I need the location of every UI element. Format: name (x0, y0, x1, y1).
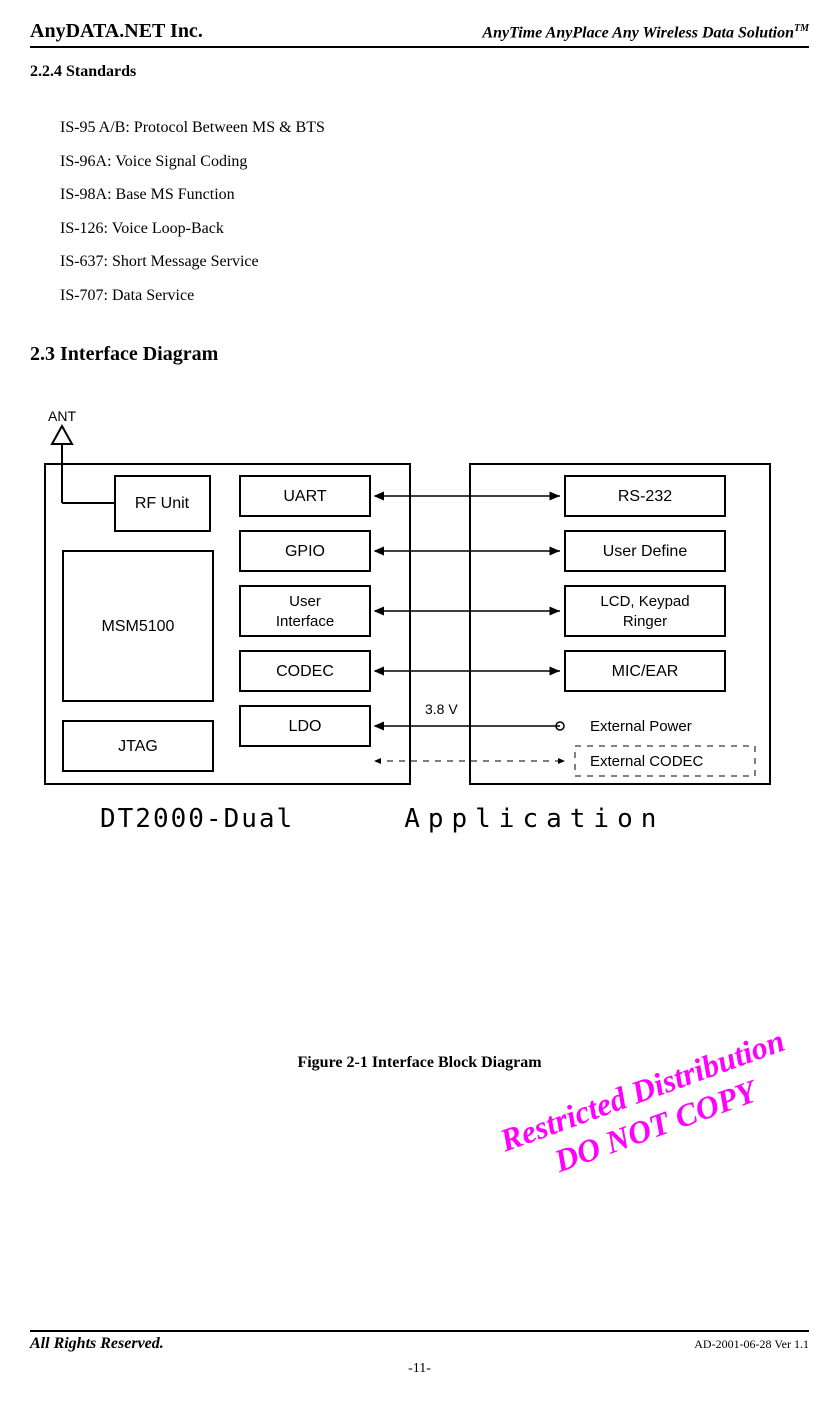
svg-text:LCD, Keypad: LCD, Keypad (600, 593, 689, 610)
footer-left: All Rights Reserved. (30, 1335, 164, 1353)
svg-text:LDO: LDO (289, 718, 322, 735)
svg-text:MIC/EAR: MIC/EAR (612, 663, 679, 680)
svg-text:3.8 V: 3.8 V (425, 701, 458, 717)
svg-text:External CODEC: External CODEC (590, 753, 704, 770)
page-number: -11- (30, 1361, 809, 1377)
svg-text:Interface: Interface (276, 613, 334, 630)
section-heading: 2.2.4 Standards (30, 63, 809, 81)
svg-text:RS-232: RS-232 (618, 488, 672, 505)
svg-text:JTAG: JTAG (118, 738, 158, 755)
diagram-labels: DT2000-Dual Application (30, 804, 809, 834)
svg-text:GPIO: GPIO (285, 543, 325, 560)
left-panel (45, 464, 410, 784)
svg-text:CODEC: CODEC (276, 663, 334, 680)
figure-caption: Figure 2-1 Interface Block Diagram (30, 1054, 809, 1072)
standard-item: IS-96A: Voice Signal Coding (60, 145, 809, 179)
diagram-svg: ANT RF Unit MSM5100 JTAG UART GPIO User (30, 406, 790, 796)
svg-text:User Define: User Define (603, 543, 688, 560)
interface-diagram: ANT RF Unit MSM5100 JTAG UART GPIO User (30, 406, 809, 834)
svg-text:Ringer: Ringer (623, 613, 667, 630)
watermark: Restricted Distribution DO NOT COPY (495, 1021, 803, 1196)
standards-list: IS-95 A/B: Protocol Between MS & BTS IS-… (60, 111, 809, 313)
standard-item: IS-637: Short Message Service (60, 245, 809, 279)
standard-item: IS-98A: Base MS Function (60, 178, 809, 212)
tagline: AnyTime AnyPlace Any Wireless Data Solut… (482, 23, 809, 42)
main-heading: 2.3 Interface Diagram (30, 343, 809, 366)
footer-right: AD-2001-06-28 Ver 1.1 (694, 1337, 809, 1352)
svg-text:UART: UART (283, 488, 326, 505)
standard-item: IS-707: Data Service (60, 279, 809, 313)
standard-item: IS-126: Voice Loop-Back (60, 212, 809, 246)
standard-item: IS-95 A/B: Protocol Between MS & BTS (60, 111, 809, 145)
ant-label: ANT (48, 408, 76, 424)
svg-text:RF Unit: RF Unit (135, 495, 190, 512)
left-panel-label: DT2000-Dual (100, 804, 294, 834)
right-panel-label: Application (404, 804, 664, 834)
company-name: AnyDATA.NET Inc. (30, 20, 203, 43)
page-header: AnyDATA.NET Inc. AnyTime AnyPlace Any Wi… (30, 20, 809, 48)
svg-text:External Power: External Power (590, 718, 692, 735)
svg-text:User: User (289, 593, 321, 610)
page-footer: All Rights Reserved. AD-2001-06-28 Ver 1… (30, 1330, 809, 1377)
antenna-icon (52, 426, 72, 464)
svg-text:MSM5100: MSM5100 (102, 618, 175, 635)
